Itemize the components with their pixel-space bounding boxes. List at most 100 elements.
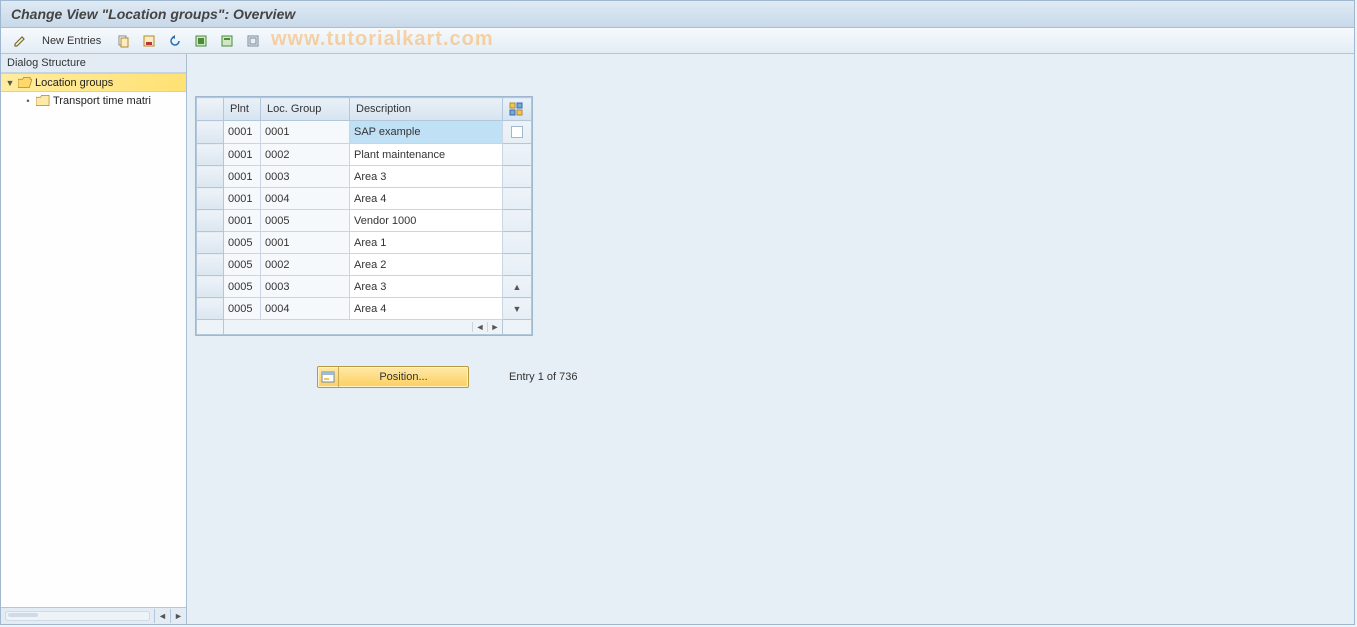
select-all-column[interactable] bbox=[197, 98, 224, 121]
deselect-all-icon[interactable] bbox=[242, 30, 264, 52]
cell-description[interactable]: Area 2 bbox=[350, 254, 503, 276]
scroll-right-icon[interactable]: ► bbox=[487, 322, 502, 332]
new-entries-button[interactable]: New Entries bbox=[35, 32, 108, 50]
cell-plnt[interactable]: 0001 bbox=[224, 121, 261, 144]
row-selector[interactable] bbox=[197, 144, 224, 166]
cell-loc-group[interactable]: 0005 bbox=[261, 210, 350, 232]
vertical-scroll-cell[interactable] bbox=[503, 232, 532, 254]
select-all-icon[interactable] bbox=[190, 30, 212, 52]
cell-loc-group[interactable]: 0003 bbox=[261, 166, 350, 188]
cell-description[interactable]: Vendor 1000 bbox=[350, 210, 503, 232]
table-configuration-icon[interactable] bbox=[503, 98, 532, 121]
entry-status-text: Entry 1 of 736 bbox=[509, 371, 578, 383]
cell-loc-group[interactable]: 0001 bbox=[261, 121, 350, 144]
main-content: Plnt Loc. Group Description 00010001SAP … bbox=[187, 54, 1354, 624]
row-selector[interactable] bbox=[197, 232, 224, 254]
cell-loc-group[interactable]: 0002 bbox=[261, 254, 350, 276]
position-icon bbox=[318, 367, 339, 387]
cell-loc-group[interactable]: 0002 bbox=[261, 144, 350, 166]
cell-loc-group[interactable]: 0003 bbox=[261, 276, 350, 298]
vertical-scroll-cell[interactable]: ▲ bbox=[503, 276, 532, 298]
scroll-right-icon[interactable]: ► bbox=[170, 609, 186, 623]
row-selector[interactable] bbox=[197, 166, 224, 188]
folder-closed-icon bbox=[36, 95, 50, 106]
row-selector[interactable] bbox=[197, 254, 224, 276]
table-horizontal-scrollbar[interactable]: ◄ ► bbox=[197, 320, 532, 335]
table-row[interactable]: 00010003Area 3 bbox=[197, 166, 532, 188]
cell-description[interactable]: SAP example bbox=[350, 121, 503, 144]
app-window: Change View "Location groups": Overview … bbox=[0, 0, 1355, 625]
position-button-label: Position... bbox=[339, 371, 468, 383]
cell-description[interactable]: Plant maintenance bbox=[350, 144, 503, 166]
table-row[interactable]: 00050002Area 2 bbox=[197, 254, 532, 276]
cell-description[interactable]: Area 3 bbox=[350, 276, 503, 298]
column-header-loc-group[interactable]: Loc. Group bbox=[261, 98, 350, 121]
tree-label: Transport time matri bbox=[53, 95, 151, 107]
row-selector[interactable] bbox=[197, 298, 224, 320]
table-row[interactable]: 00050001Area 1 bbox=[197, 232, 532, 254]
tree-node-location-groups[interactable]: ▼ Location groups bbox=[1, 73, 186, 92]
scrollbar-track[interactable] bbox=[5, 611, 150, 621]
table-row[interactable]: 00050003Area 3 ▲ bbox=[197, 276, 532, 298]
delete-icon[interactable] bbox=[138, 30, 160, 52]
cell-loc-group[interactable]: 0001 bbox=[261, 232, 350, 254]
row-selector[interactable] bbox=[197, 276, 224, 298]
dialog-structure-header: Dialog Structure bbox=[1, 54, 186, 73]
scroll-left-icon[interactable]: ◄ bbox=[472, 322, 487, 332]
vertical-scroll-cell[interactable]: ▼ bbox=[503, 298, 532, 320]
watermark-text: www.tutorialkart.com bbox=[271, 28, 494, 51]
cell-description[interactable]: Area 3 bbox=[350, 166, 503, 188]
cell-plnt[interactable]: 0005 bbox=[224, 254, 261, 276]
column-header-plnt[interactable]: Plnt bbox=[224, 98, 261, 121]
cell-loc-group[interactable]: 0004 bbox=[261, 298, 350, 320]
vertical-scroll-cell[interactable] bbox=[503, 254, 532, 276]
cell-plnt[interactable]: 0005 bbox=[224, 276, 261, 298]
row-selector[interactable] bbox=[197, 188, 224, 210]
select-block-icon[interactable] bbox=[216, 30, 238, 52]
cell-plnt[interactable]: 0005 bbox=[224, 232, 261, 254]
page-title: Change View "Location groups": Overview bbox=[1, 1, 1354, 28]
scroll-down-icon[interactable]: ▼ bbox=[507, 304, 527, 314]
vertical-scroll-cell[interactable] bbox=[503, 210, 532, 232]
position-button[interactable]: Position... bbox=[317, 366, 469, 388]
vertical-scroll-cell[interactable] bbox=[503, 144, 532, 166]
cell-description[interactable]: Area 4 bbox=[350, 188, 503, 210]
column-header-description[interactable]: Description bbox=[350, 98, 503, 121]
table-row[interactable]: 00010005Vendor 1000 bbox=[197, 210, 532, 232]
cell-plnt[interactable]: 0001 bbox=[224, 210, 261, 232]
tree-bullet-icon: • bbox=[23, 96, 33, 106]
toggle-display-change-icon[interactable] bbox=[9, 30, 31, 52]
scroll-up-icon[interactable]: ▲ bbox=[507, 282, 527, 292]
scroll-left-icon[interactable]: ◄ bbox=[154, 609, 170, 623]
vertical-scroll-cell[interactable] bbox=[503, 121, 532, 144]
cell-plnt[interactable]: 0001 bbox=[224, 188, 261, 210]
tree-label: Location groups bbox=[35, 77, 113, 89]
location-groups-table: Plnt Loc. Group Description 00010001SAP … bbox=[195, 96, 533, 336]
vertical-scroll-cell[interactable] bbox=[503, 166, 532, 188]
copy-as-icon[interactable] bbox=[112, 30, 134, 52]
table-row[interactable]: 00010004Area 4 bbox=[197, 188, 532, 210]
cell-plnt[interactable]: 0005 bbox=[224, 298, 261, 320]
sidebar-horizontal-scrollbar[interactable]: ◄ ► bbox=[1, 607, 186, 624]
tree-collapse-icon[interactable]: ▼ bbox=[5, 78, 15, 88]
row-selector[interactable] bbox=[197, 121, 224, 144]
table-row[interactable]: 00010001SAP example bbox=[197, 121, 532, 144]
cell-plnt[interactable]: 0001 bbox=[224, 166, 261, 188]
body: Dialog Structure ▼ Location groups • Tra… bbox=[1, 54, 1354, 624]
dialog-structure-panel: Dialog Structure ▼ Location groups • Tra… bbox=[1, 54, 187, 624]
table-row[interactable]: 00010002Plant maintenance bbox=[197, 144, 532, 166]
table-row[interactable]: 00050004Area 4 ▼ bbox=[197, 298, 532, 320]
cell-description[interactable]: Area 4 bbox=[350, 298, 503, 320]
dialog-structure-tree[interactable]: ▼ Location groups • Transport time matri bbox=[1, 73, 186, 607]
row-selector[interactable] bbox=[197, 210, 224, 232]
vertical-scroll-cell[interactable] bbox=[503, 188, 532, 210]
toolbar: New Entries www.tutorialkart.com bbox=[1, 28, 1354, 54]
folder-open-icon bbox=[18, 77, 32, 88]
data-grid[interactable]: Plnt Loc. Group Description 00010001SAP … bbox=[196, 97, 532, 335]
tree-node-transport-time[interactable]: • Transport time matri bbox=[1, 92, 186, 109]
cell-plnt[interactable]: 0001 bbox=[224, 144, 261, 166]
cell-description[interactable]: Area 1 bbox=[350, 232, 503, 254]
footer-controls: Position... Entry 1 of 736 bbox=[317, 366, 578, 388]
cell-loc-group[interactable]: 0004 bbox=[261, 188, 350, 210]
undo-change-icon[interactable] bbox=[164, 30, 186, 52]
